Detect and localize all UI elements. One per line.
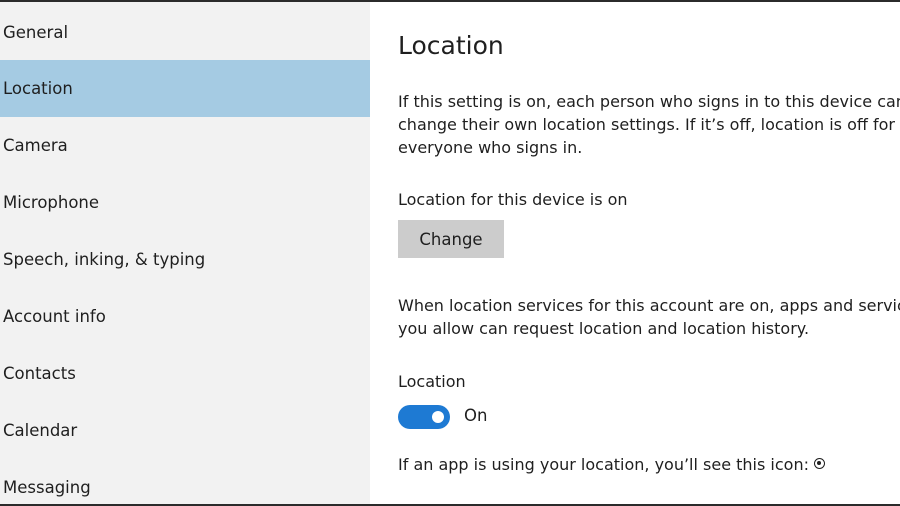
- location-icon-note-text: If an app is using your location, you’ll…: [398, 455, 809, 474]
- page-title: Location: [398, 31, 504, 60]
- sidebar-item-general[interactable]: General: [0, 4, 370, 61]
- location-in-use-icon: [813, 458, 825, 469]
- sidebar-item-camera[interactable]: Camera: [0, 117, 370, 174]
- location-icon-note: If an app is using your location, you’ll…: [398, 453, 825, 476]
- sidebar-item-microphone[interactable]: Microphone: [0, 174, 370, 231]
- account-description: When location services for this account …: [398, 294, 900, 340]
- privacy-sidebar: General Location Camera Microphone Speec…: [0, 2, 370, 504]
- intro-line: If this setting is on, each person who s…: [398, 92, 900, 111]
- location-toggle-switch[interactable]: [398, 405, 450, 429]
- sidebar-item-label: Camera: [3, 136, 68, 155]
- device-location-status: Location for this device is on: [398, 190, 628, 209]
- location-toggle-label: Location: [398, 372, 466, 391]
- sidebar-item-label: Messaging: [3, 478, 91, 497]
- change-button[interactable]: Change: [398, 220, 504, 258]
- sidebar-item-label: Account info: [3, 307, 106, 326]
- sidebar-item-label: Speech, inking, & typing: [3, 250, 206, 269]
- intro-line: change their own location settings. If i…: [398, 115, 895, 134]
- sidebar-item-messaging[interactable]: Messaging: [0, 459, 370, 504]
- toggle-knob: [432, 411, 444, 423]
- sidebar-item-label: General: [3, 23, 69, 42]
- location-settings-panel: Location If this setting is on, each per…: [370, 2, 900, 504]
- intro-line: everyone who signs in.: [398, 138, 583, 157]
- account-line: you allow can request location and locat…: [398, 319, 810, 338]
- sidebar-item-account-info[interactable]: Account info: [0, 288, 370, 345]
- intro-description: If this setting is on, each person who s…: [398, 90, 900, 159]
- sidebar-item-label: Contacts: [3, 364, 76, 383]
- sidebar-item-location[interactable]: Location: [0, 60, 370, 117]
- sidebar-item-label: Location: [3, 79, 73, 98]
- sidebar-item-label: Calendar: [3, 421, 78, 440]
- sidebar-item-label: Microphone: [3, 193, 100, 212]
- settings-window: General Location Camera Microphone Speec…: [0, 0, 900, 506]
- sidebar-item-contacts[interactable]: Contacts: [0, 345, 370, 402]
- sidebar-item-speech-inking-typing[interactable]: Speech, inking, & typing: [0, 231, 370, 288]
- sidebar-item-calendar[interactable]: Calendar: [0, 402, 370, 459]
- account-line: When location services for this account …: [398, 296, 900, 315]
- location-toggle-state: On: [464, 406, 488, 425]
